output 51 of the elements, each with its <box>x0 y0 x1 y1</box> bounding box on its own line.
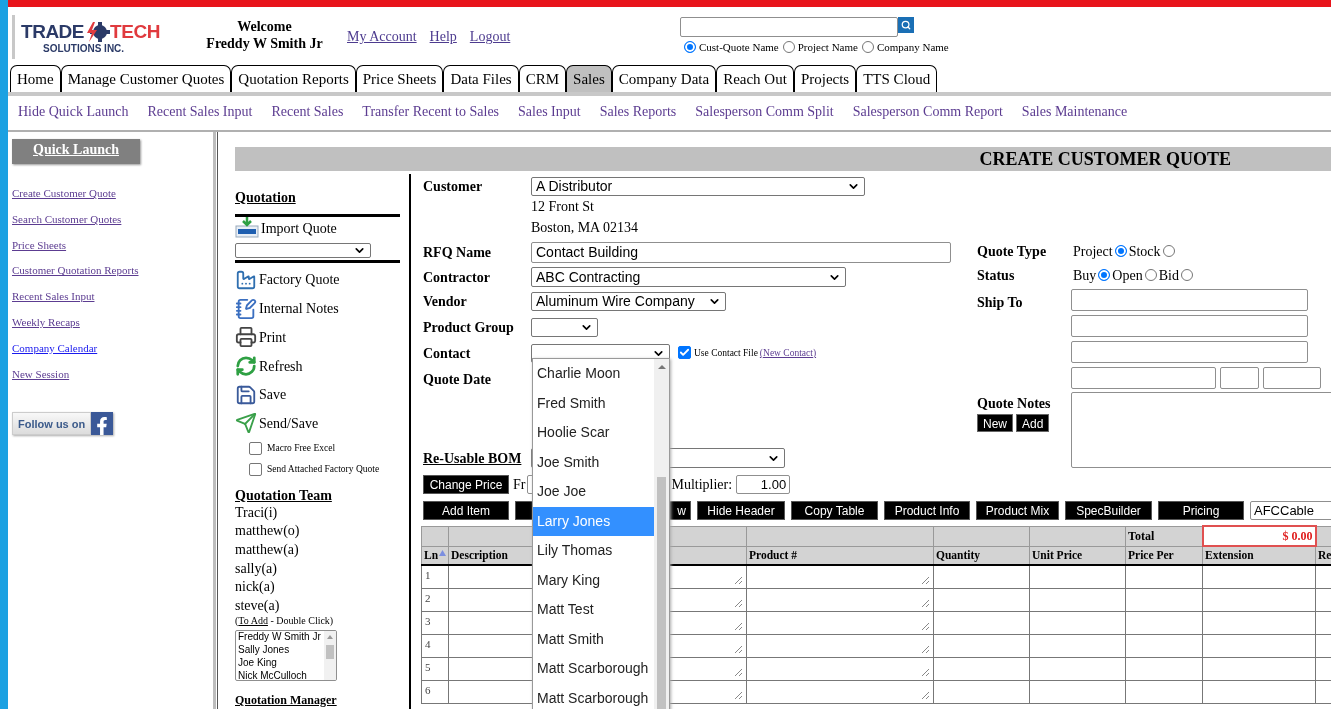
team-member: matthew(o) <box>235 522 300 541</box>
add-hint: (To Add - Double Click) <box>235 615 334 628</box>
welcome-text: Welcome <box>237 18 292 35</box>
line-number: 1 <box>421 565 449 589</box>
multiplier-label: Multiplier: <box>671 476 733 494</box>
checkbox-label: Send Attached Factory Quote <box>267 463 380 477</box>
address-line: 12 Front St <box>531 198 594 216</box>
field-label: Customer <box>423 177 484 196</box>
field-label: RFQ Name <box>423 244 493 262</box>
field-label: Ship To <box>977 295 1023 310</box>
table-cell: Total <box>1125 526 1203 546</box>
radio-label: Stock <box>1128 242 1161 261</box>
line-number: 3 <box>421 611 449 635</box>
logo-subtitle: SOLUTIONS INC. <box>42 42 126 54</box>
radio-label: Buy <box>1073 266 1097 285</box>
field-label: Vendor <box>423 293 468 311</box>
radio-label: Open <box>1112 266 1143 285</box>
logo-text: TECH <box>110 21 160 42</box>
logo-text: TRADE <box>21 21 85 42</box>
radio-label: Company Name <box>876 40 949 55</box>
team-member: matthew(a) <box>235 540 299 559</box>
team-member: steve(a) <box>235 596 280 615</box>
field-label: Re-Usable BOM <box>423 449 523 468</box>
team-member: nick(a) <box>235 578 275 597</box>
section-heading: Quotation <box>235 189 297 207</box>
radio-label: Bid <box>1158 266 1179 285</box>
page-title: CREATE CUSTOMER QUOTE <box>979 147 1231 171</box>
line-number: 5 <box>421 657 449 681</box>
user-name: Freddy W Smith Jr <box>206 35 323 52</box>
field-label: Quote Date <box>423 370 493 389</box>
radio-label: Project <box>1073 242 1113 261</box>
team-member: Traci(i) <box>235 503 278 522</box>
radio-label: Project Name <box>797 40 858 55</box>
address-line: Boston, MA 02134 <box>531 219 638 237</box>
line-number: 6 <box>421 680 449 704</box>
field-label: Status <box>977 266 1016 285</box>
line-number: 4 <box>421 634 449 658</box>
radio-label: Cust-Quote Name <box>699 40 779 55</box>
field-label: Contact <box>423 344 472 363</box>
total-amount: $ 0.00 <box>1202 526 1316 546</box>
field-label: Quote Notes <box>977 395 1052 413</box>
field-label: Quote Type <box>977 242 1048 261</box>
line-number: 2 <box>421 588 449 612</box>
from-label: Fr <box>513 476 526 494</box>
checkbox-label: Macro Free Excel <box>267 442 336 456</box>
field-label: Product Group <box>423 318 515 337</box>
field-label: Contractor <box>423 268 491 287</box>
section-heading: Quotation Manager <box>235 692 338 709</box>
team-member: sally(a) <box>235 559 277 578</box>
section-heading: Quotation Team <box>235 487 333 504</box>
checkbox-label: Use Contact File <box>694 346 758 360</box>
